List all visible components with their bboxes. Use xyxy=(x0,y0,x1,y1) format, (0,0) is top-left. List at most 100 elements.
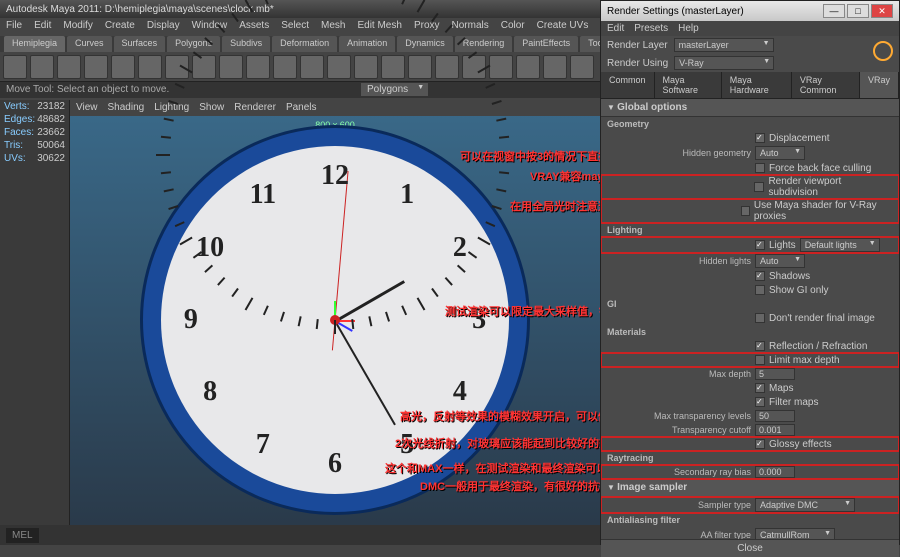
maximize-button[interactable]: □ xyxy=(847,4,869,18)
menu-color[interactable]: Color xyxy=(501,20,525,34)
hidden-geometry-dropdown[interactable]: Auto xyxy=(755,146,805,160)
shelf-button-8[interactable] xyxy=(219,55,243,79)
minimize-button[interactable]: — xyxy=(823,4,845,18)
menu-create[interactable]: Create xyxy=(105,20,135,34)
glossy-effects-checkbox[interactable] xyxy=(755,439,765,449)
panel-tab-vray-common[interactable]: VRay Common xyxy=(792,72,860,98)
menu-modify[interactable]: Modify xyxy=(63,20,92,34)
secondary-bias-field[interactable]: 0.000 xyxy=(755,466,795,478)
shelf-tab-painteffects[interactable]: PaintEffects xyxy=(514,36,578,52)
render-using-dropdown[interactable]: V-Ray xyxy=(674,56,774,70)
shelf-tab-subdivs[interactable]: Subdivs xyxy=(222,36,270,52)
menu-proxy[interactable]: Proxy xyxy=(414,20,440,34)
maps-checkbox[interactable] xyxy=(755,383,765,393)
panel-menu-edit[interactable]: Edit xyxy=(607,23,624,34)
use-maya-shader-checkbox[interactable] xyxy=(741,206,750,216)
shadows-label: Shadows xyxy=(769,271,810,282)
close-panel-button[interactable]: Close xyxy=(601,539,899,557)
panel-menu-help[interactable]: Help xyxy=(678,23,699,34)
panel-tab-common[interactable]: Common xyxy=(601,72,655,98)
max-depth-field[interactable]: 5 xyxy=(755,368,795,380)
shelf-tab-deformation[interactable]: Deformation xyxy=(272,36,337,52)
menu-file[interactable]: File xyxy=(6,20,22,34)
secondary-bias-label: Secondary ray bias xyxy=(631,467,751,477)
menu-assets[interactable]: Assets xyxy=(239,20,269,34)
shelf-button-14[interactable] xyxy=(381,55,405,79)
shelf-tab-surfaces[interactable]: Surfaces xyxy=(114,36,166,52)
menu-create-uvs[interactable]: Create UVs xyxy=(537,20,589,34)
menu-normals[interactable]: Normals xyxy=(452,20,489,34)
shelf-button-18[interactable] xyxy=(489,55,513,79)
clock-tick xyxy=(217,277,225,286)
viewport-menu-renderer[interactable]: Renderer xyxy=(234,102,276,114)
clock-tick xyxy=(457,265,466,273)
shelf-tab-animation[interactable]: Animation xyxy=(339,36,395,52)
clock-tick xyxy=(385,312,390,322)
clock-tick xyxy=(496,188,506,192)
render-layer-dropdown[interactable]: masterLayer xyxy=(674,38,774,52)
viewport-menu-view[interactable]: View xyxy=(76,102,98,114)
shelf-button-1[interactable] xyxy=(30,55,54,79)
menu-edit-mesh[interactable]: Edit Mesh xyxy=(357,20,401,34)
lights-checkbox[interactable] xyxy=(755,240,765,250)
clock-number-2: 2 xyxy=(453,232,467,264)
shelf-button-21[interactable] xyxy=(570,55,594,79)
shelf-button-3[interactable] xyxy=(84,55,108,79)
max-transp-field[interactable]: 50 xyxy=(755,410,795,422)
panel-tabs: CommonMaya SoftwareMaya HardwareVRay Com… xyxy=(601,72,899,99)
transp-cutoff-field[interactable]: 0.001 xyxy=(755,424,795,436)
shadows-checkbox[interactable] xyxy=(755,271,765,281)
maps-label: Maps xyxy=(769,383,793,394)
panel-titlebar[interactable]: Render Settings (masterLayer) — □ ✕ xyxy=(601,1,899,21)
global-options-header[interactable]: Global options xyxy=(601,99,899,117)
shelf-button-16[interactable] xyxy=(435,55,459,79)
shelf-button-17[interactable] xyxy=(462,55,486,79)
filter-maps-checkbox[interactable] xyxy=(755,397,765,407)
shelf-button-12[interactable] xyxy=(327,55,351,79)
panel-menu-presets[interactable]: Presets xyxy=(634,23,668,34)
shelf-tab-curves[interactable]: Curves xyxy=(67,36,112,52)
menu-mesh[interactable]: Mesh xyxy=(321,20,345,34)
panel-tab-maya-hardware[interactable]: Maya Hardware xyxy=(722,72,792,98)
hidden-lights-dropdown[interactable]: Auto xyxy=(755,254,805,268)
show-gi-checkbox[interactable] xyxy=(755,285,765,295)
menu-edit[interactable]: Edit xyxy=(34,20,51,34)
panel-tab-vray[interactable]: VRay xyxy=(860,72,899,98)
force-back-face-checkbox[interactable] xyxy=(755,163,765,173)
sampler-type-dropdown[interactable]: Adaptive DMC xyxy=(755,498,855,512)
shelf-tab-dynamics[interactable]: Dynamics xyxy=(397,36,453,52)
aa-filter-type-dropdown[interactable]: CatmullRom xyxy=(755,528,835,539)
shelf-button-13[interactable] xyxy=(354,55,378,79)
displacement-checkbox[interactable] xyxy=(755,133,765,143)
shelf-button-15[interactable] xyxy=(408,55,432,79)
shelf-tab-hemiplegia[interactable]: Hemiplegia xyxy=(4,36,65,52)
menu-select[interactable]: Select xyxy=(281,20,309,34)
reflection-checkbox[interactable] xyxy=(755,341,765,351)
shelf-button-9[interactable] xyxy=(246,55,270,79)
render-viewport-subdiv-checkbox[interactable] xyxy=(754,182,764,192)
shelf-button-20[interactable] xyxy=(543,55,567,79)
shelf-button-7[interactable] xyxy=(192,55,216,79)
panel-tab-maya-software[interactable]: Maya Software xyxy=(655,72,722,98)
shelf-button-10[interactable] xyxy=(273,55,297,79)
viewport-menu-show[interactable]: Show xyxy=(199,102,224,114)
viewport-menu-lighting[interactable]: Lighting xyxy=(154,102,189,114)
shelf-button-5[interactable] xyxy=(138,55,162,79)
reflection-label: Reflection / Refraction xyxy=(769,341,867,352)
image-sampler-header[interactable]: Image sampler xyxy=(601,479,899,497)
viewport-menu-shading[interactable]: Shading xyxy=(108,102,145,114)
shelf-button-2[interactable] xyxy=(57,55,81,79)
menu-display[interactable]: Display xyxy=(147,20,180,34)
clock-tick xyxy=(496,118,506,122)
shelf-button-11[interactable] xyxy=(300,55,324,79)
clock-model[interactable]: 121234567891011 xyxy=(140,125,530,515)
modeling-mode-dropdown[interactable]: Polygons xyxy=(360,82,429,97)
lights-dropdown[interactable]: Default lights xyxy=(800,238,880,252)
shelf-button-4[interactable] xyxy=(111,55,135,79)
viewport-menu-panels[interactable]: Panels xyxy=(286,102,317,114)
shelf-button-0[interactable] xyxy=(3,55,27,79)
dont-render-checkbox[interactable] xyxy=(755,313,765,323)
shelf-button-19[interactable] xyxy=(516,55,540,79)
limit-max-depth-checkbox[interactable] xyxy=(755,355,765,365)
close-button[interactable]: ✕ xyxy=(871,4,893,18)
